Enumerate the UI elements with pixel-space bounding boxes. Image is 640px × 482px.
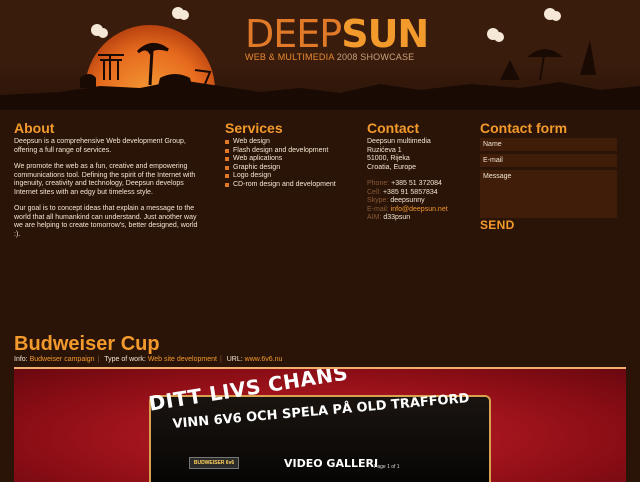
url-label: URL: [226,356,243,363]
about-paragraph: Deepsun is a comprehensive Web developme… [14,138,186,154]
services-list-item: Logo design [225,172,355,181]
services-list-item: Web design [225,138,355,147]
address-line: Ruzićeva 1 [367,146,402,154]
address-line: 51000, Rijeka [367,155,410,162]
logo-sun: SUN [341,12,429,56]
email-row: E-mail: info@deepsun.net [367,206,477,215]
about-paragraph: Our goal is to concept ideas that explai… [14,205,198,238]
type-link[interactable]: Web site development [148,356,217,363]
logo-deep: DEEP [245,12,342,56]
phone-row: Phone: +385 51 372084 [367,180,477,189]
about-title: About [14,120,55,136]
skype-value: deepsunny [390,197,425,204]
screenshot-gallery-title: VIDEO GALLERI [284,457,379,470]
address-line: Croatia, Europe [367,163,417,171]
services-title: Services [225,120,283,136]
name-field[interactable]: Name [480,138,617,151]
cell-label: Cell: [367,188,382,196]
email-field[interactable]: E-mail [480,154,617,167]
message-field[interactable]: Message [480,170,617,218]
aim-label: AIM: [367,214,382,221]
deepsun-logo[interactable]: DEEPSUN WEB & MULTIMEDIA 2008 SHOWCASE [245,12,429,62]
type-label: Type of work: [104,356,146,363]
header-banner: DEEPSUN WEB & MULTIMEDIA 2008 SHOWCASE [0,0,640,110]
contact-form: Contact form Name E-mail Message SEND [480,120,620,231]
info-label: Info: [14,356,28,363]
services-list: Web design Flash design and development … [225,138,355,189]
contact-title: Contact [367,120,420,136]
contact-section: Contact Deepsun multimedia Ruzićeva 1 51… [367,120,477,223]
email-link[interactable]: info@deepsun.net [391,206,448,213]
project-info: Info: Budweiser campaign | Type of work: … [14,356,283,363]
send-button[interactable]: SEND [480,219,620,230]
phone-label: Phone: [367,180,390,187]
aim-value: d33psun [383,214,411,221]
services-list-item: Graphic design [225,164,355,173]
skype-label: Skype: [367,197,389,204]
aim-row: AIM: d33psun [367,214,477,223]
project-title: Budweiser Cup [14,333,160,355]
email-label: E-mail: [367,205,389,213]
address-line: Deepsun multimedia [367,138,431,145]
about-section: About Deepsun is a comprehensive Web dev… [14,120,204,247]
services-list-item: CD-rom design and development [225,181,355,190]
logo-subtitle: WEB & MULTIMEDIA [245,52,335,62]
cell-row: Cell: +385 91 5857834 [367,189,477,198]
info-link[interactable]: Budweiser campaign [30,356,95,363]
logo-year: 2008 SHOWCASE [336,52,415,62]
screenshot-badge: BUDWEISER 6v6 [189,457,239,469]
project-section: Budweiser Cup Info: Budweiser campaign | … [14,332,626,363]
url-link[interactable]: www.6v6.nu [245,356,283,363]
screenshot-page-indicator: Page 1 of 1 [374,464,400,470]
services-list-item: Flash design and development [225,147,355,156]
about-paragraph: We promote the web as a fun, creative an… [14,163,196,196]
services-list-item: Web aplications [225,155,355,164]
phone-value: +385 51 372084 [391,180,442,187]
contact-form-title: Contact form [480,120,568,136]
services-section: Services Web design Flash design and dev… [225,120,355,189]
project-screenshot[interactable]: DITT LIVS CHANS VINN 6V6 OCH SPELA PÅ OL… [14,367,626,482]
cell-value: +385 91 5857834 [382,188,438,196]
skype-row: Skype: deepsunny [367,197,477,206]
